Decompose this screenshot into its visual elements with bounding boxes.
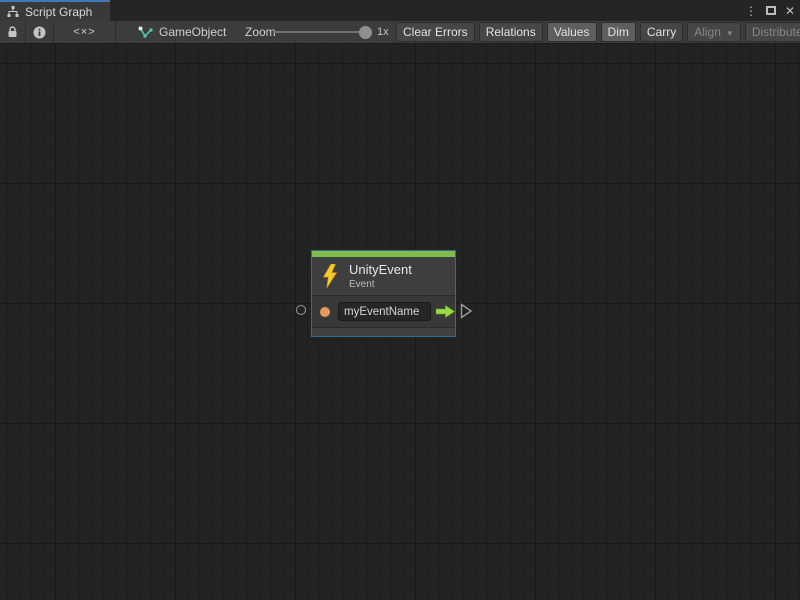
distribute-dropdown-button: Distribute▼ xyxy=(745,22,800,42)
info-icon xyxy=(33,26,46,39)
graph-toolbar: <×> GameObject Zoom 1x Clear Errors Rela… xyxy=(0,21,800,44)
gameobject-graph-icon xyxy=(138,26,153,39)
relations-button[interactable]: Relations xyxy=(479,22,543,42)
trigger-arrow-icon xyxy=(436,305,455,318)
unity-event-node[interactable]: UnityEvent Event xyxy=(311,250,456,337)
graph-target[interactable]: GameObject xyxy=(138,21,226,43)
graph-target-label: GameObject xyxy=(159,25,226,39)
zoom-value: 1x xyxy=(377,21,389,43)
edit-graph-button[interactable]: <×> xyxy=(54,21,116,43)
maximize-icon[interactable] xyxy=(766,6,776,15)
dim-toggle-button[interactable]: Dim xyxy=(601,22,636,42)
zoom-slider-knob[interactable] xyxy=(359,26,372,39)
clear-errors-button[interactable]: Clear Errors xyxy=(396,22,475,42)
graph-canvas[interactable]: UnityEvent Event xyxy=(0,44,800,600)
close-icon[interactable]: ✕ xyxy=(785,5,795,17)
node-port-row xyxy=(312,295,455,327)
node-footer xyxy=(312,327,455,336)
node-subtitle: Event xyxy=(349,279,412,290)
node-header: UnityEvent Event xyxy=(312,257,455,295)
tab-label: Script Graph xyxy=(25,5,92,19)
title-bar: Script Graph ⋮ ✕ xyxy=(0,0,800,21)
window-controls: ⋮ ✕ xyxy=(745,0,795,21)
toolbar-buttons: Clear Errors Relations Values Dim Carry … xyxy=(396,22,800,42)
event-name-port-dot[interactable] xyxy=(320,307,330,317)
align-dropdown-button: Align▼ xyxy=(687,22,741,42)
menu-icon[interactable]: ⋮ xyxy=(745,5,757,17)
lightning-bolt-icon xyxy=(322,264,338,288)
carry-button[interactable]: Carry xyxy=(640,22,683,42)
zoom-slider-track[interactable] xyxy=(274,31,364,33)
zoom-label: Zoom xyxy=(245,21,276,43)
chevron-down-icon: ▼ xyxy=(726,29,734,38)
code-brackets-icon: <×> xyxy=(73,26,95,38)
trigger-output-port[interactable] xyxy=(460,303,473,319)
tab-script-graph[interactable]: Script Graph xyxy=(0,0,110,21)
value-input-port[interactable] xyxy=(296,305,306,315)
node-title: UnityEvent xyxy=(349,262,412,277)
lock-button[interactable] xyxy=(0,21,26,43)
info-button[interactable] xyxy=(26,21,54,43)
event-name-field[interactable] xyxy=(338,302,431,321)
lock-icon xyxy=(7,26,18,38)
values-toggle-button[interactable]: Values xyxy=(547,22,597,42)
script-graph-icon xyxy=(7,6,19,17)
